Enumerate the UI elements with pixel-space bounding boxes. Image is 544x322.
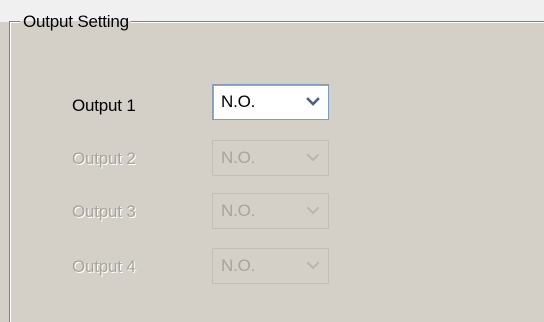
- output-2-select-value: N.O.: [221, 148, 256, 167]
- chevron-down-icon: [306, 206, 320, 215]
- chevron-down-icon: [306, 97, 320, 106]
- output-4-label: Output 4: [72, 257, 136, 276]
- output-4-select-value: N.O.: [221, 256, 256, 275]
- output-3-select-value: N.O.: [221, 201, 256, 220]
- output-4-select: N.O.: [212, 248, 329, 284]
- chevron-down-icon: [306, 261, 320, 270]
- group-title: Output Setting: [20, 12, 131, 32]
- output-1-select-value: N.O.: [221, 92, 256, 111]
- output-1-label: Output 1: [72, 96, 136, 115]
- output-2-select: N.O.: [212, 140, 329, 176]
- chevron-down-icon: [306, 153, 320, 162]
- output-3-select: N.O.: [212, 193, 329, 229]
- output-1-select[interactable]: N.O.: [212, 84, 329, 120]
- output-3-label: Output 3: [72, 202, 136, 221]
- output-2-label: Output 2: [72, 149, 136, 168]
